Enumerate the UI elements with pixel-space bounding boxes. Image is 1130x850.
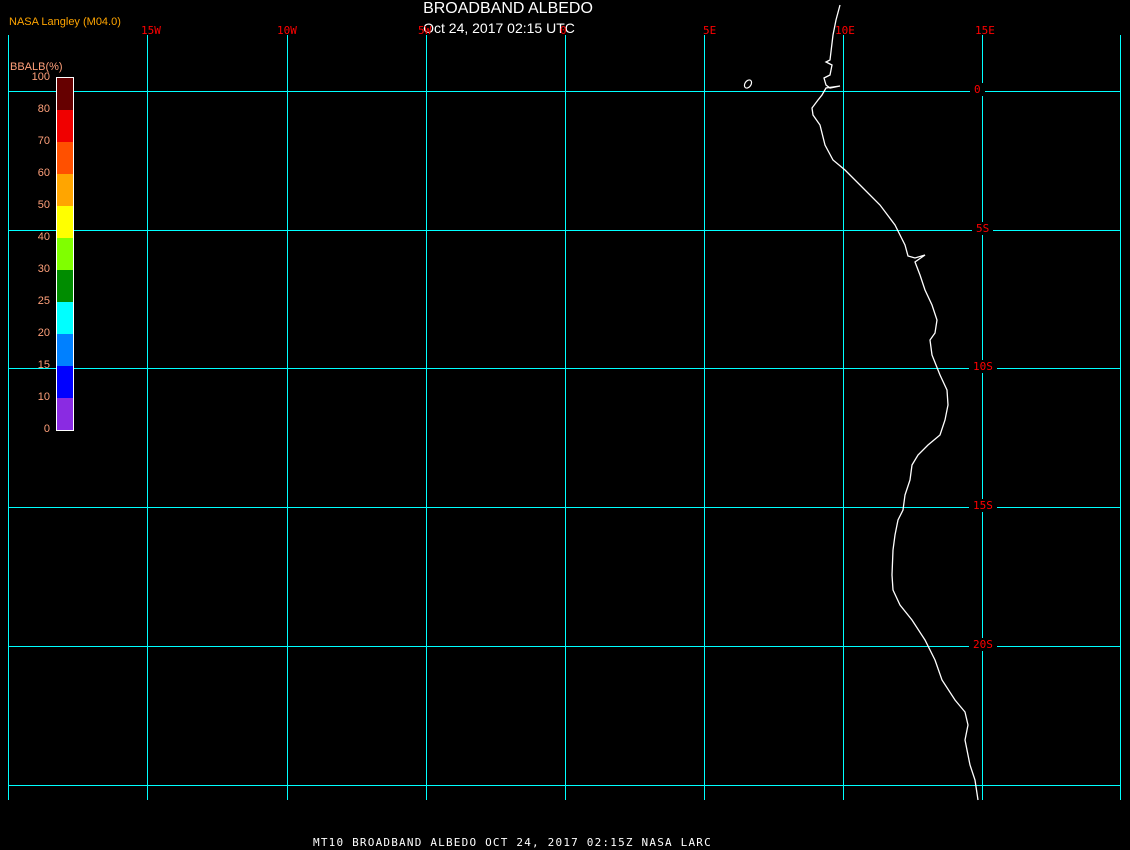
colorbar-label: 60 — [37, 167, 50, 179]
colorbar-label: 50 — [37, 199, 50, 211]
colorbar-label: 20 — [37, 327, 50, 339]
colorbar-swatch — [57, 110, 73, 142]
colorbar-label: 80 — [37, 103, 50, 115]
colorbar-swatch — [57, 78, 73, 110]
colorbar-swatch — [57, 270, 73, 302]
colorbar-swatch — [57, 302, 73, 334]
colorbar-label: 10 — [37, 391, 50, 403]
footer-caption: MT10 BROADBAND ALBEDO OCT 24, 2017 02:15… — [313, 836, 712, 849]
lon-label: 15E — [975, 24, 995, 37]
colorbar-swatch — [57, 142, 73, 174]
colorbar-swatch — [57, 334, 73, 366]
island — [743, 79, 753, 89]
colorbar-swatch — [57, 174, 73, 206]
lat-label: 0 — [970, 83, 985, 96]
lon-label: 10E — [835, 24, 855, 37]
colorbar-label: 25 — [37, 295, 50, 307]
lat-label: 15S — [969, 499, 997, 512]
lon-label: 5E — [703, 24, 717, 37]
lat-label: 10S — [969, 360, 997, 373]
colorbar-label: 30 — [37, 263, 50, 275]
colorbar — [56, 77, 74, 431]
colorbar-swatch — [57, 238, 73, 270]
colorbar-label: 70 — [37, 135, 50, 147]
lon-label: 10W — [277, 24, 297, 37]
map-canvas — [8, 4, 1121, 801]
colorbar-swatch — [57, 398, 73, 430]
organization-label: NASA Langley (M04.0) — [9, 16, 121, 28]
colorbar-label: 0 — [43, 423, 50, 435]
graticule — [8, 35, 1121, 800]
colorbar-swatch — [57, 206, 73, 238]
map-title: BROADBAND ALBEDO — [423, 0, 593, 17]
lat-label: 5S — [972, 222, 994, 235]
colorbar-swatch — [57, 366, 73, 398]
coastline — [811, 4, 979, 801]
lat-label: 20S — [969, 638, 997, 651]
colorbar-label: 100 — [31, 71, 50, 83]
colorbar-label: 15 — [37, 359, 50, 371]
lon-label: 0 — [560, 24, 567, 37]
lon-label: 5W — [418, 24, 432, 37]
colorbar-label: 40 — [37, 231, 50, 243]
lon-label: 15W — [141, 24, 161, 37]
